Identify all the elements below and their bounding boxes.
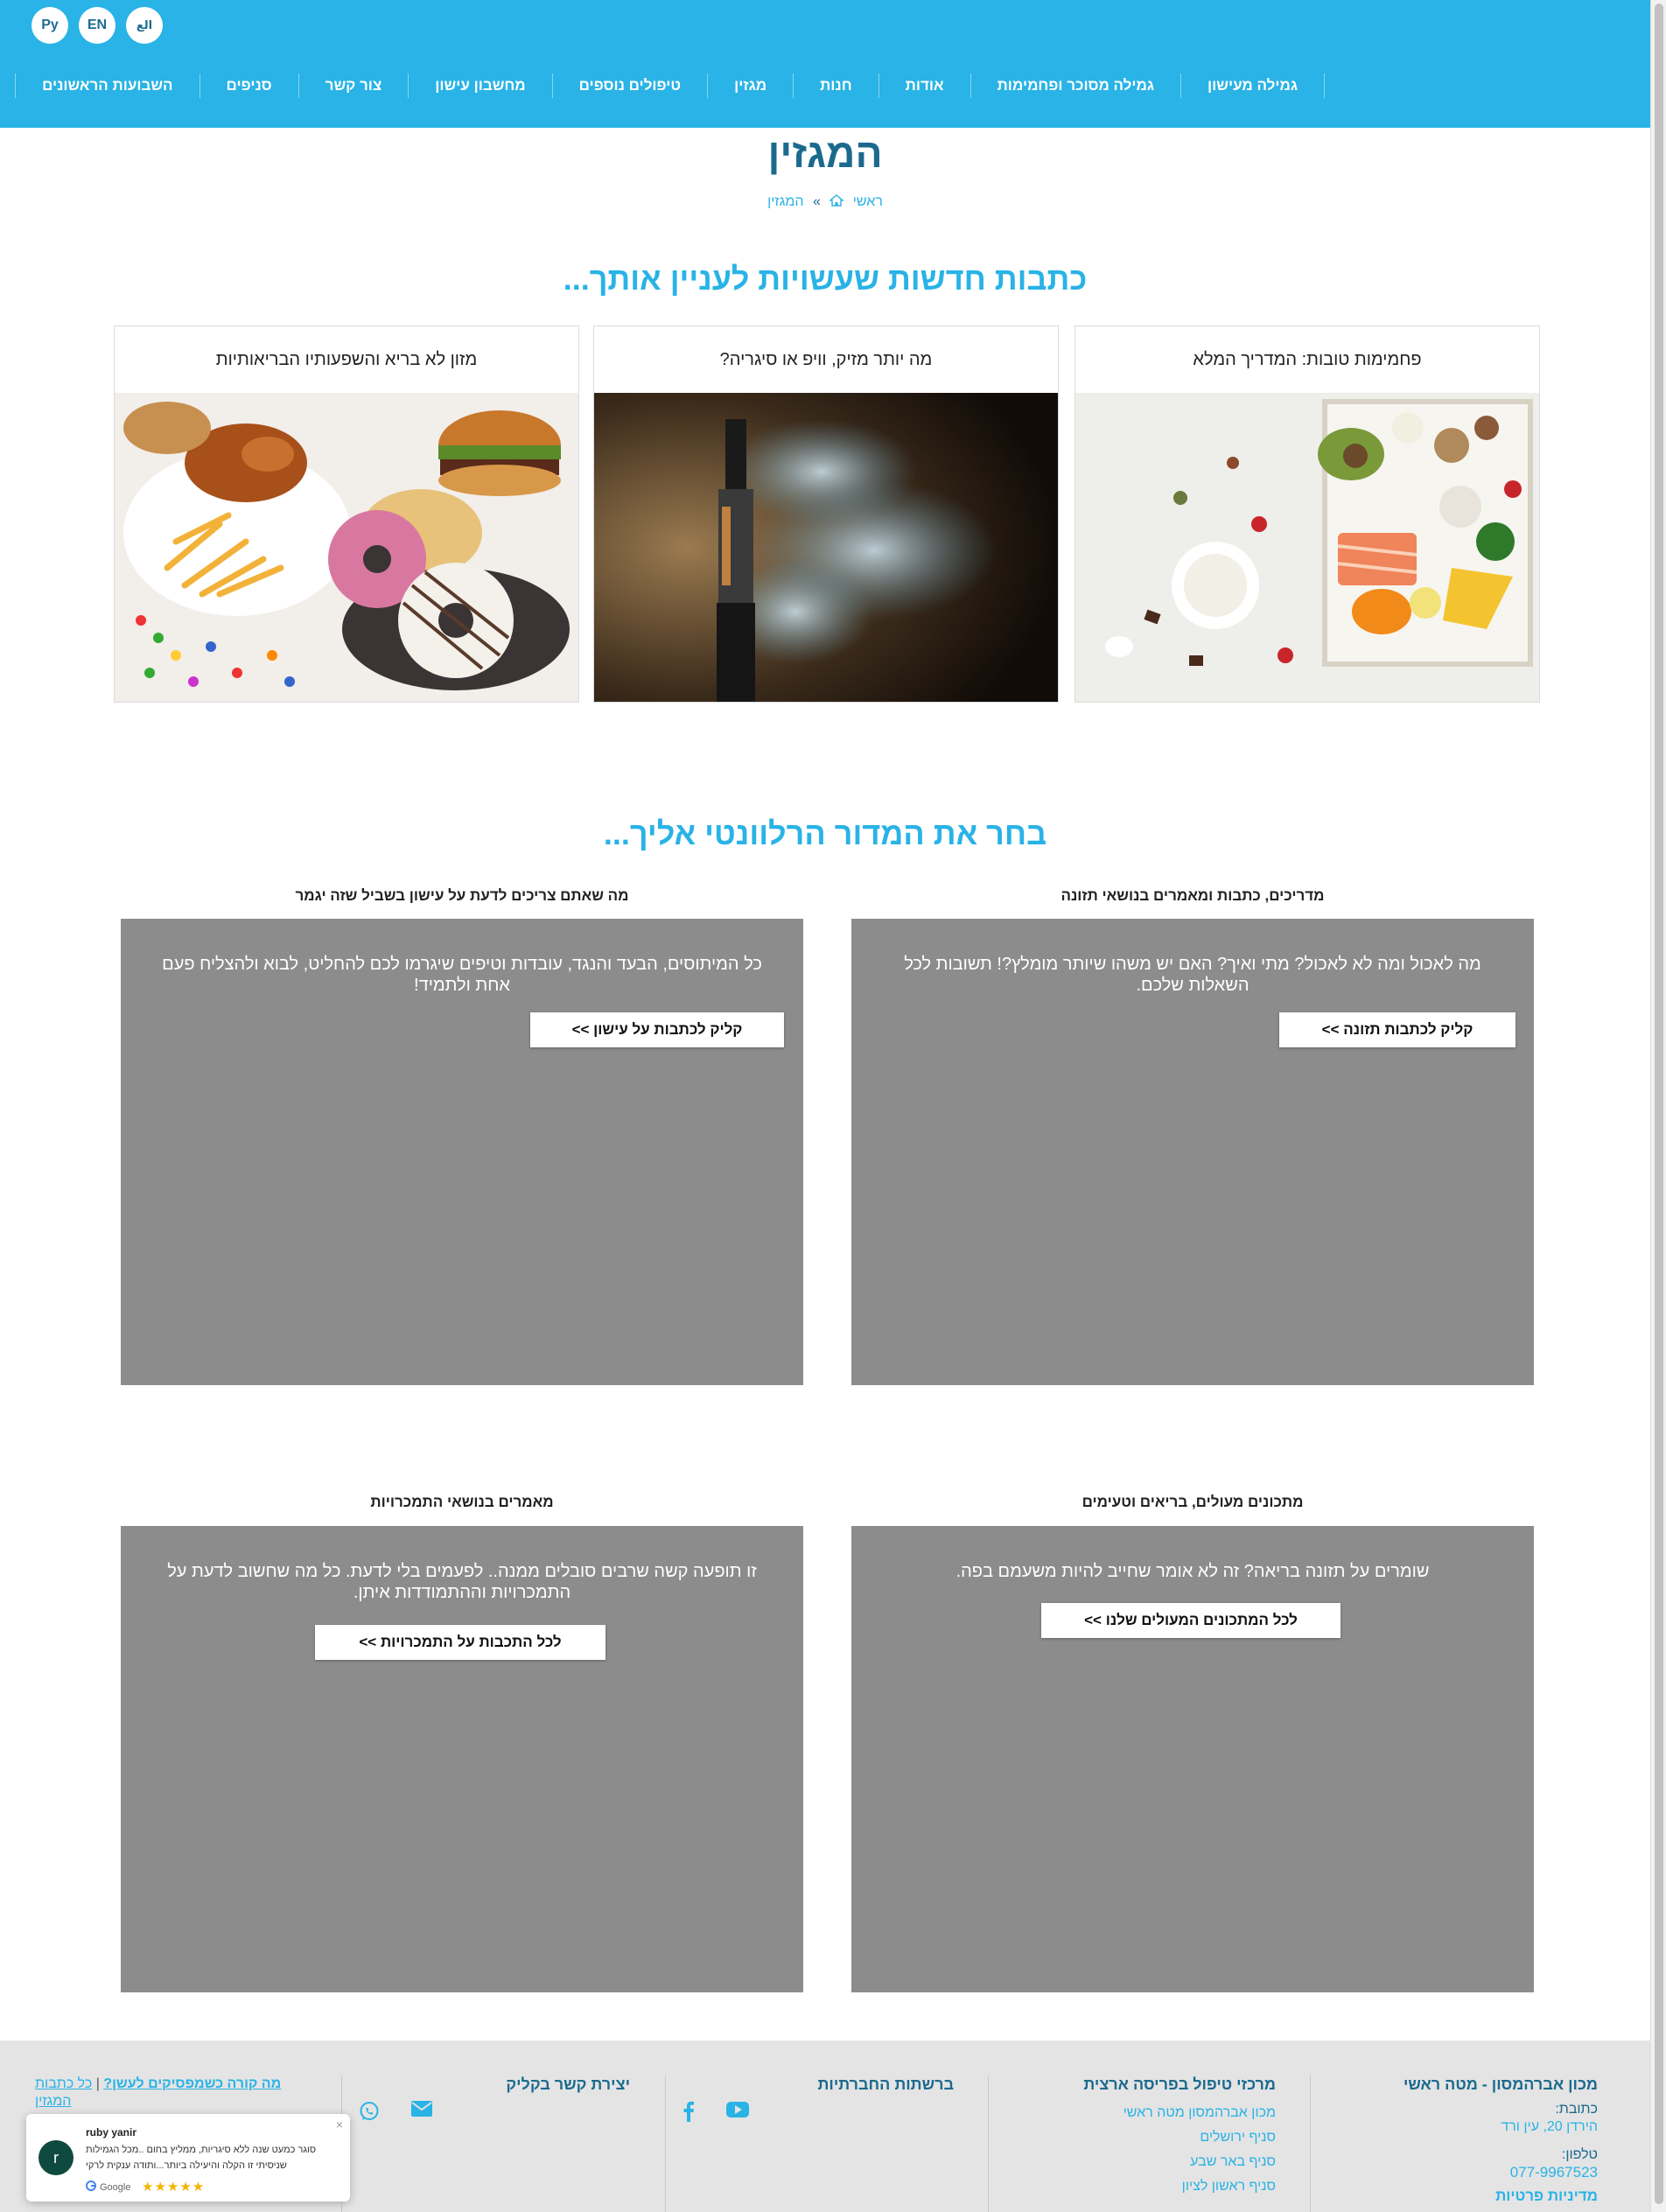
phone-label: טלפון: — [1561, 2147, 1598, 2162]
youtube-icon[interactable] — [726, 2101, 749, 2122]
nav-item-first-weeks[interactable]: השבועות הראשונים — [15, 74, 200, 98]
breadcrumb-home-link[interactable]: ראשי — [853, 194, 883, 209]
footer-heading: מרכזי טיפול בפריסה ארצית — [1083, 2076, 1276, 2093]
nav-item-branches[interactable]: סניפים — [200, 74, 299, 98]
page: Ру EN الع גמילה מעישון גמילה מסוכר ופחמי… — [0, 0, 1666, 2212]
categories-heading: בחר את המדור הרלוונטי אליך... — [603, 816, 1047, 851]
footer-centers: מרכזי טיפול בפריסה ארצית מכון אברהמסון מ… — [998, 2076, 1276, 2199]
phone-link[interactable]: 077-9967523 — [1316, 2164, 1598, 2181]
nav-item-about[interactable]: אודות — [879, 74, 971, 98]
category-box-smoking: כל המיתוסים, הבעד והנגד, עובדות וטיפים ש… — [121, 919, 803, 1385]
category-desc: זו תופעה קשה שרבים סובלים ממנה.. לפעמים … — [167, 1562, 757, 1602]
rating-stars: ★★★★★ — [142, 2180, 206, 2194]
privacy-policy-link[interactable]: מדיניות פרטיות — [1316, 2185, 1598, 2208]
junk-food-image[interactable] — [115, 393, 578, 702]
review-text: סוגר כמעט שנה ללא סיגריות, ממליץ בחום ..… — [86, 2145, 317, 2171]
footer-main-office: מכון אברהמסון - מטה ראשי כתובת: הירדן 20… — [1316, 2076, 1598, 2208]
category-desc: כל המיתוסים, הבעד והנגד, עובדות וטיפים ש… — [162, 955, 762, 995]
center-link[interactable]: סניף באר שבע — [998, 2150, 1276, 2174]
vape-smoke-image[interactable] — [594, 393, 1058, 702]
nav-item-magazine[interactable]: מגזין — [708, 74, 794, 98]
footer-article-link[interactable]: מה קורה כשמפסיקים לעשן? — [103, 2076, 281, 2091]
google-icon — [86, 2180, 96, 2194]
whatsapp-icon[interactable] — [359, 2101, 380, 2122]
avatar: r — [38, 2140, 74, 2175]
footer-heading: ברשתות החברתיות — [817, 2076, 955, 2093]
healthy-food-image[interactable] — [1075, 393, 1539, 702]
footer-links-divider: | — [95, 2076, 100, 2091]
category-heading-recipes: מתכונים מעולים, בריאים וטעימים — [1082, 1494, 1304, 1510]
latest-articles-heading: כתבות חדשות שעשויות לעניין אותך... — [563, 261, 1088, 297]
nav-item-shop[interactable]: חנות — [794, 74, 879, 98]
facebook-icon[interactable] — [682, 2101, 695, 2122]
center-link[interactable]: מכון אברהמסון מטה ראשי — [998, 2101, 1276, 2125]
smoking-articles-button[interactable]: קליק לכתבות על עישון >> — [530, 1012, 784, 1047]
category-heading-addictions: מאמרים בנושאי התמכרויות — [370, 1494, 554, 1510]
footer-heading: מכון אברהמסון - מטה ראשי — [1403, 2076, 1598, 2093]
google-review-widget[interactable]: × r ruby yanir סוגר כמעט שנה ללא סיגריות… — [26, 2114, 350, 2202]
footer-divider — [1310, 2076, 1311, 2212]
email-icon[interactable] — [411, 2101, 432, 2122]
center-link[interactable]: סניף ראשון לציון — [998, 2174, 1276, 2199]
category-box-nutrition: מה לאכול ומה לא לאכול? מתי ואיך? האם יש … — [851, 919, 1534, 1385]
address-label: כתובת: — [1555, 2102, 1598, 2117]
nav-item-quit-smoking[interactable]: גמילה מעישון — [1181, 74, 1325, 98]
category-box-addictions: זו תופעה קשה שרבים סובלים ממנה.. לפעמים … — [121, 1526, 803, 1992]
site-header: Ру EN الع גמילה מעישון גמילה מסוכר ופחמי… — [0, 0, 1650, 128]
footer-divider — [988, 2076, 989, 2212]
lang-russian-button[interactable]: Ру — [32, 7, 68, 44]
footer-heading: יצירת קשר בקליק — [506, 2076, 630, 2093]
review-source-label: Google — [100, 2181, 131, 2193]
page-title: המגזין — [767, 130, 883, 176]
category-desc: שומרים על תזונה בריאה? זה לא אומר שחייב … — [956, 1562, 1430, 1581]
reviewer-name: ruby yanir — [86, 2126, 137, 2138]
lang-english-button[interactable]: EN — [79, 7, 116, 44]
breadcrumb-current: המגזין — [767, 194, 804, 209]
close-icon[interactable]: × — [336, 2118, 343, 2132]
category-desc: מה לאכול ומה לא לאכול? מתי ואיך? האם יש … — [904, 955, 1481, 995]
nav-item-contact[interactable]: צור קשר — [299, 74, 410, 98]
address-value: הירדן 20, עין ורד — [1501, 2119, 1598, 2134]
footer-social: ברשתות החברתיות — [682, 2076, 954, 2122]
footer-divider — [665, 2076, 666, 2212]
article-card-title[interactable]: מזון לא בריא והשפעותיו הבריאותיות — [115, 326, 578, 393]
nutrition-articles-button[interactable]: קליק לכתבות תזונה >> — [1279, 1012, 1516, 1047]
footer-contact: יצירת קשר בקליק — [359, 2076, 630, 2122]
review-source: Google — [86, 2180, 130, 2194]
breadcrumb-separator: » — [812, 194, 821, 209]
category-box-recipes: שומרים על תזונה בריאה? זה לא אומר שחייב … — [851, 1526, 1534, 1992]
scrollbar-thumb[interactable] — [1655, 4, 1663, 2204]
main-nav: גמילה מעישון גמילה מסוכר ופחמימות אודות … — [15, 72, 1325, 100]
breadcrumb: ראשי » המגזין — [0, 194, 1650, 210]
addictions-articles-button[interactable]: לכל התכבות על התמכרויות >> — [315, 1625, 606, 1660]
article-card[interactable]: פחמימות טובות: המדריך המלא — [1074, 326, 1540, 703]
category-heading-nutrition: מדריכים, כתבות ומאמרים בנושאי תזונה — [1060, 887, 1325, 904]
category-heading-smoking: מה שאתם צריכים לדעת על עישון בשביל שזה י… — [295, 887, 629, 904]
footer-links: מה קורה כשמפסיקים לעשן? | כל כתבות המגזי… — [35, 2076, 312, 2110]
article-card-title[interactable]: פחמימות טובות: המדריך המלא — [1075, 326, 1539, 393]
lang-arabic-button[interactable]: الع — [126, 7, 163, 44]
center-link[interactable]: סניף ירושלים — [998, 2125, 1276, 2150]
nav-item-smoking-calculator[interactable]: מחשבון עישון — [409, 74, 553, 98]
home-icon — [826, 194, 845, 209]
nav-item-quit-sugar[interactable]: גמילה מסוכר ופחמימות — [971, 74, 1182, 98]
nav-item-more-treatments[interactable]: טיפולים נוספים — [553, 74, 709, 98]
vertical-scrollbar[interactable] — [1650, 0, 1666, 2212]
article-card-title[interactable]: מה יותר מזיק, וויפ או סיגריה? — [594, 326, 1058, 393]
article-card[interactable]: מזון לא בריא והשפעותיו הבריאותיות — [114, 326, 579, 703]
recipes-button[interactable]: לכל המתכונים המעולים שלנו >> — [1041, 1603, 1340, 1638]
all-magazine-articles-link[interactable]: כל כתבות המגזין — [35, 2076, 92, 2109]
language-switcher: Ру EN الع — [32, 7, 163, 44]
article-card[interactable]: מה יותר מזיק, וויפ או סיגריה? — [593, 326, 1059, 703]
